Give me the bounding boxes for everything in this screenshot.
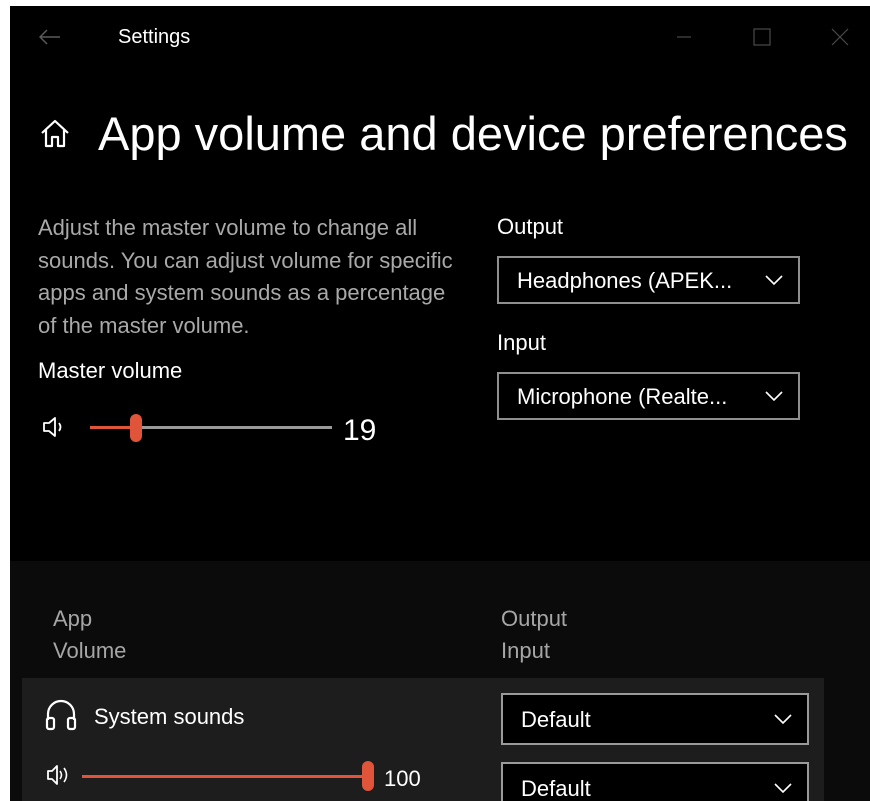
output-device-value: Headphones (APEK... [517, 268, 733, 293]
output-label: Output [497, 214, 564, 239]
app-input-dropdown[interactable]: Default [501, 762, 809, 801]
headphones-icon [45, 699, 77, 731]
title-bar: Settings [10, 6, 870, 68]
close-button[interactable] [820, 20, 860, 54]
app-output-dropdown[interactable]: Default [501, 693, 809, 745]
slider-thumb[interactable] [362, 761, 374, 791]
volume-column-header: Volume [53, 638, 127, 663]
master-volume-label: Master volume [38, 358, 183, 383]
maximize-button[interactable] [742, 20, 782, 54]
chevron-down-icon [765, 275, 783, 286]
minimize-button[interactable] [664, 20, 704, 54]
window-title: Settings [118, 26, 191, 48]
input-device-dropdown[interactable]: Microphone (Realte... [497, 372, 800, 420]
output-column-header: Output [501, 606, 568, 631]
chevron-down-icon [774, 783, 792, 794]
app-volume-value: 100 [384, 766, 421, 791]
home-icon [41, 119, 69, 148]
app-volume-slider[interactable] [82, 761, 374, 791]
app-output-value: Default [521, 707, 591, 732]
slider-thumb[interactable] [129, 414, 142, 442]
app-input-value: Default [521, 776, 591, 801]
master-volume-value: 19 [343, 414, 377, 447]
speaker-icon[interactable] [46, 762, 80, 788]
input-label: Input [497, 330, 546, 355]
close-icon [831, 28, 849, 46]
input-column-header: Input [501, 638, 550, 663]
back-arrow-icon [39, 29, 60, 45]
chevron-down-icon [765, 391, 783, 402]
speaker-icon[interactable] [42, 414, 68, 440]
back-button[interactable] [28, 20, 72, 54]
chevron-down-icon [774, 714, 792, 725]
master-volume-description: Adjust the master volume to change all s… [38, 215, 453, 338]
maximize-icon [753, 28, 771, 46]
app-name: System sounds [94, 704, 245, 729]
master-volume-slider[interactable] [90, 414, 332, 442]
page-title: App volume and device preferences [98, 107, 848, 160]
master-volume-row: 19 [38, 406, 438, 450]
settings-window: Settings App volume and device preferenc… [10, 6, 870, 801]
slider-fill [82, 775, 368, 778]
input-device-value: Microphone (Realte... [517, 384, 728, 409]
output-device-dropdown[interactable]: Headphones (APEK... [497, 256, 800, 304]
minimize-icon [677, 36, 691, 38]
app-column-header: App [53, 606, 93, 631]
